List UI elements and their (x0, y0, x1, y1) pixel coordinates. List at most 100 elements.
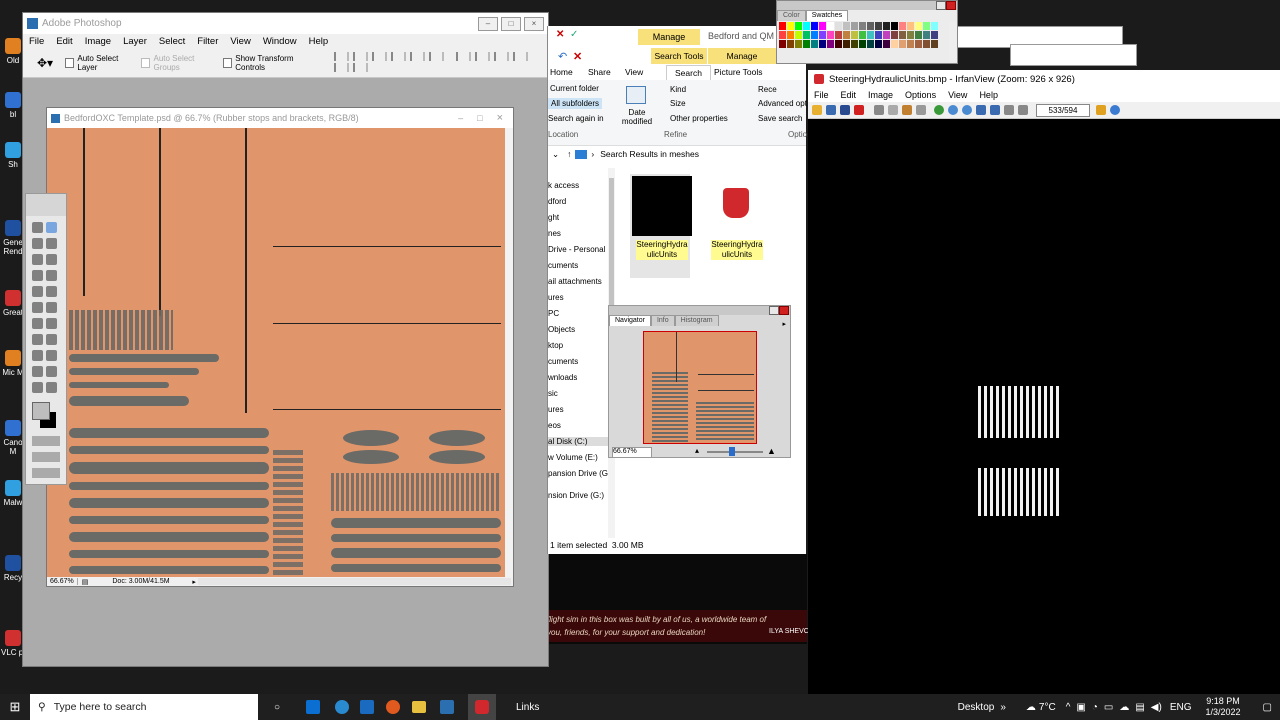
menu-edit[interactable]: Edit (835, 90, 863, 100)
back-arrow-icon[interactable]: ⌄ (548, 149, 563, 160)
start-windows-icon[interactable]: ⊞ (0, 699, 30, 715)
foreground-color-swatch[interactable] (32, 402, 50, 420)
distribute-icon[interactable] (513, 52, 529, 61)
clock[interactable]: 9:18 PM 1/3/2022 (1206, 696, 1241, 718)
ribbon-tab-share[interactable]: Share (588, 67, 611, 77)
manage-tab-left[interactable]: Manage (638, 29, 700, 45)
document-window[interactable]: BedfordOXC Template.psd @ 66.7% (Rubber … (46, 107, 514, 587)
undo-icon[interactable] (916, 105, 926, 115)
zoom-in-icon[interactable]: ▲ (767, 446, 776, 456)
minimize-button[interactable]: – (478, 16, 498, 31)
align-icon[interactable] (371, 52, 387, 61)
fill-tool-icon[interactable] (46, 302, 57, 313)
toolbox-header[interactable] (26, 194, 66, 216)
store-icon[interactable] (306, 700, 320, 714)
nav-pane-item[interactable]: al Disk (C:) (548, 437, 608, 446)
background-window[interactable] (1010, 44, 1137, 66)
irfanview-window[interactable]: SteeringHydraulicUnits.bmp - IrfanView (… (808, 70, 1280, 720)
align-icon[interactable] (333, 52, 349, 61)
open-folder-icon[interactable] (812, 105, 822, 115)
nav-pane-item[interactable]: pansion Drive (G:) (548, 469, 608, 478)
rotate-right-icon[interactable] (1018, 105, 1028, 115)
tray-chevron-icon[interactable]: ^ (1066, 702, 1071, 713)
marquee-tool-icon[interactable] (32, 222, 43, 233)
horizontal-scrollbar[interactable] (197, 578, 511, 585)
toolbar-expand-icon[interactable]: » (1000, 702, 1006, 713)
navigator-menu-icon[interactable]: ▸ (782, 320, 786, 328)
volume-icon[interactable]: ◀) (1151, 702, 1162, 713)
brush-tool-icon[interactable] (46, 270, 57, 281)
magic-wand-tool-icon[interactable] (46, 238, 57, 249)
nav-pane-item[interactable]: nsion Drive (G:) (548, 491, 608, 500)
cut-icon[interactable] (874, 105, 884, 115)
nav-pane-item[interactable]: ktop (548, 341, 608, 350)
swatches-palette[interactable]: Color Swatches (776, 0, 958, 64)
screen-mode-icon[interactable] (32, 452, 60, 462)
up-arrow-icon[interactable]: ↑ (563, 149, 575, 159)
close-x-icon[interactable]: ✕ (556, 29, 564, 40)
pen-tool-icon[interactable] (32, 350, 43, 361)
edge-icon[interactable] (335, 700, 349, 714)
zoom-out-icon[interactable] (962, 105, 972, 115)
advanced-options-button[interactable]: Advanced opt (758, 99, 807, 108)
nav-pane-item[interactable]: PC (548, 309, 608, 318)
document-titlebar[interactable]: BedfordOXC Template.psd @ 66.7% (Rubber … (47, 108, 513, 128)
desktop-toolbar[interactable]: Desktop (958, 702, 995, 713)
distribute-icon[interactable] (494, 52, 510, 61)
wifi-icon[interactable]: ◔ (1092, 702, 1098, 713)
swatches-scrollbar[interactable] (949, 22, 957, 62)
date-modified-button[interactable]: Date modified (618, 108, 656, 126)
paste-icon[interactable] (902, 105, 912, 115)
delete-icon[interactable] (854, 105, 864, 115)
manage-tab-right[interactable]: Manage (708, 48, 776, 64)
stamp-tool-icon[interactable] (32, 286, 43, 297)
move-tool-icon[interactable] (46, 222, 57, 233)
crop-tool-icon[interactable] (32, 254, 43, 265)
quick-mask-icon[interactable] (32, 436, 60, 446)
nav-pane-item[interactable]: k access (548, 181, 608, 190)
maximize-button[interactable]: □ (501, 16, 521, 31)
menu-help[interactable]: Help (973, 90, 1004, 100)
ribbon-tab-picture-tools[interactable]: Picture Tools (708, 67, 769, 77)
current-folder-button[interactable]: Current folder (550, 84, 599, 93)
file-thumbnail-selected[interactable]: SteeringHydra ulicUnits (630, 174, 692, 278)
doc-close-button[interactable]: × (497, 112, 503, 124)
show-transform-checkbox[interactable] (222, 58, 233, 68)
distribute-icon[interactable] (456, 52, 472, 61)
check-icon[interactable]: ✓ (570, 29, 578, 40)
notes-tool-icon[interactable] (32, 366, 43, 377)
menu-file[interactable]: File (808, 90, 835, 100)
palette-minimize-icon[interactable] (769, 306, 779, 315)
next-icon[interactable] (990, 105, 1000, 115)
shape-tool-icon[interactable] (46, 350, 57, 361)
nav-pane-item[interactable]: ures (548, 405, 608, 414)
cortana-icon[interactable]: ○ (258, 702, 296, 713)
nav-pane-item[interactable]: wnloads (548, 373, 608, 382)
ribbon-tab-view[interactable]: View (625, 67, 643, 77)
recent-searches-button[interactable]: Rece (758, 85, 777, 94)
blur-tool-icon[interactable] (32, 318, 43, 329)
palette-tab-navigator[interactable]: Navigator (609, 315, 651, 326)
close-button[interactable]: × (524, 16, 544, 31)
align-icon[interactable] (428, 52, 444, 61)
links-toolbar[interactable]: Links (516, 702, 539, 713)
ribbon-undo-icon[interactable]: ↶ (558, 50, 567, 63)
menu-view[interactable]: View (224, 36, 256, 47)
irfanview-taskbar-icon[interactable] (468, 694, 496, 720)
status-menu-arrow-icon[interactable]: ▸ (192, 578, 196, 586)
type-tool-icon[interactable] (46, 334, 57, 345)
swatch-grid[interactable] (779, 22, 945, 62)
menu-file[interactable]: File (23, 36, 50, 47)
firefox-icon[interactable] (386, 700, 400, 714)
irfanview-image[interactable] (978, 386, 1068, 521)
document-canvas[interactable] (47, 128, 505, 577)
menu-edit[interactable]: Edit (50, 36, 78, 47)
palette-tab-color[interactable]: Color (777, 10, 806, 21)
palette-minimize-icon[interactable] (936, 1, 946, 10)
file-explorer-icon[interactable] (412, 701, 426, 713)
photoshop-toolbox[interactable] (25, 193, 67, 485)
zoom-out-icon[interactable]: ▴ (695, 446, 699, 455)
help-icon[interactable] (1110, 105, 1120, 115)
menu-options[interactable]: Options (899, 90, 942, 100)
previous-icon[interactable] (976, 105, 986, 115)
